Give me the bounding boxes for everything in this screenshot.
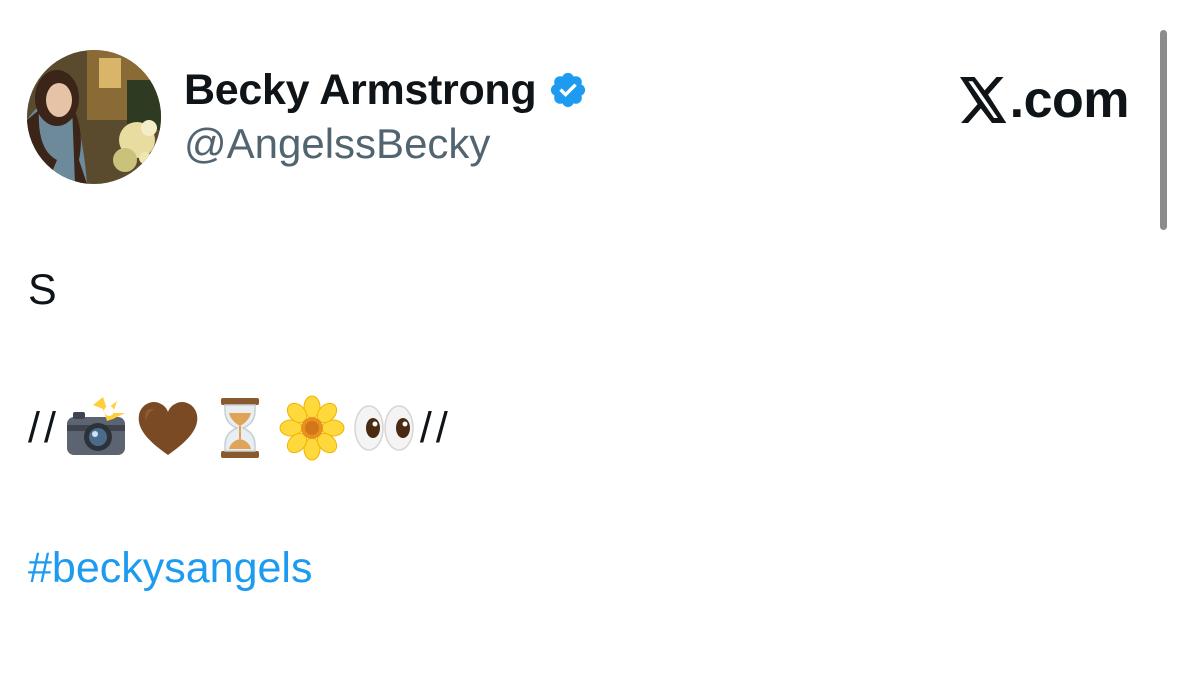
brand-mark: .com (959, 70, 1130, 130)
display-name[interactable]: Becky Armstrong (184, 66, 537, 115)
slashes-prefix: // (28, 403, 60, 452)
author-handle[interactable]: @AngelssBecky (184, 120, 490, 168)
brown-heart-icon (135, 395, 201, 461)
avatar[interactable] (27, 50, 161, 184)
tweet-card: Becky Armstrong @AngelssBecky .com S // (0, 0, 1179, 674)
hashtag-link[interactable]: #beckysangels (28, 544, 312, 593)
x-logo-icon (959, 77, 1008, 123)
blossom-icon (279, 395, 345, 461)
camera-with-flash-icon (63, 395, 129, 461)
tweet-text-line: S (28, 266, 57, 314)
brand-text: .com (1009, 71, 1130, 129)
verified-badge-icon (548, 70, 588, 110)
eyes-icon (351, 395, 417, 461)
author-name-row[interactable]: Becky Armstrong (184, 62, 588, 118)
tweet-emoji-line: // // (28, 393, 452, 463)
scrollbar[interactable] (1160, 30, 1167, 230)
slashes-suffix: // (419, 403, 452, 452)
hourglass-icon (207, 395, 273, 461)
